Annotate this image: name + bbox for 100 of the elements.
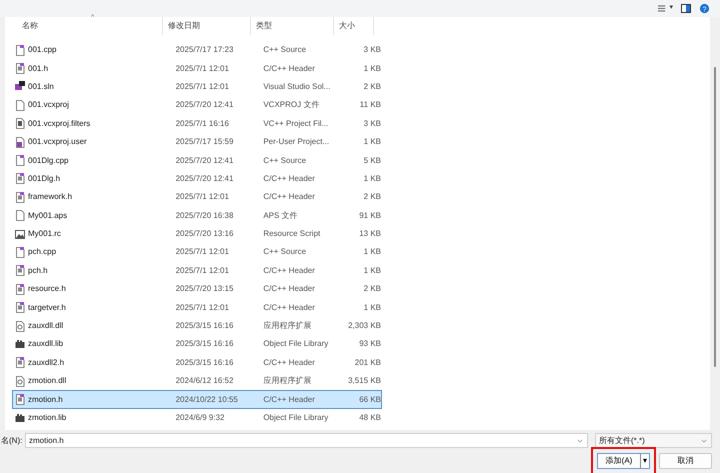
file-icon (15, 228, 25, 240)
file-size: 91 KB (358, 210, 381, 222)
file-type: C++ Source (263, 246, 308, 258)
file-row[interactable]: framework.h 2025/7/1 12:01 C/C++ Header 2 KB (12, 188, 382, 207)
file-date: 2025/7/1 16:16 (176, 118, 230, 130)
file-row[interactable]: 001.vcxproj.filters 2025/7/1 16:16 VC++ Project Fil... 3 KB (12, 114, 382, 133)
file-name: 001.cpp (28, 44, 56, 56)
file-name-label: 名(N): (1, 434, 24, 446)
file-row[interactable]: 001.vcxproj 2025/7/20 12:41 VCXPROJ 文件 11 KB (12, 96, 382, 115)
file-size: 201 KB (354, 356, 381, 369)
file-name: zauxdll2.h (28, 356, 64, 369)
file-size: 1 KB (362, 62, 381, 75)
cancel-button[interactable]: 取消 (659, 453, 712, 469)
column-header[interactable]: 类型 (251, 17, 334, 35)
column-header[interactable]: 大小 (334, 17, 374, 35)
file-row[interactable]: 001Dlg.h 2025/7/20 12:41 C/C++ Header 1 KB (12, 170, 382, 188)
file-type: C/C++ Header (263, 62, 316, 75)
file-name: My001.rc (28, 228, 61, 240)
file-size: 13 KB (358, 228, 381, 240)
file-row[interactable]: 001.vcxproj.user 2025/7/17 15:59 Per-User Project... 1 KB (12, 132, 382, 152)
file-row[interactable]: zmotion.lib 2024/6/9 9:32 Object File Library 48 KB (12, 408, 382, 428)
file-date: 2025/7/20 16:38 (176, 210, 234, 222)
scrollbar-thumb[interactable] (714, 67, 716, 367)
file-icon (15, 394, 25, 406)
file-row[interactable]: pch.cpp 2025/7/1 12:01 C++ Source 1 KB (12, 243, 382, 262)
file-date: 2024/6/9 9:32 (176, 412, 226, 424)
file-row[interactable]: zauxdll.dll 2025/3/15 16:16 应用程序扩展 2,303 KB (12, 316, 382, 336)
file-type: 应用程序扩展 (263, 375, 312, 388)
file-name: zauxdll.dll (28, 320, 64, 332)
file-row[interactable]: zmotion.h 2024/10/22 10:55 C/C++ Header 66 KB (12, 390, 382, 409)
file-type: C++ Source (263, 44, 308, 56)
file-type: 应用程序扩展 (263, 320, 312, 332)
file-name: 001.vcxproj.filters (28, 118, 90, 130)
file-date: 2024/10/22 10:55 (176, 394, 239, 406)
file-type: Resource Script (263, 228, 322, 240)
file-size: 3 KB (362, 118, 381, 130)
file-name: zmotion.dll (28, 375, 66, 388)
file-name: 001Dlg.h (28, 172, 60, 185)
file-date: 2025/7/1 12:01 (176, 80, 230, 93)
file-date: 2025/7/20 12:41 (176, 172, 234, 185)
file-icon (15, 412, 25, 424)
list-view-icon (658, 3, 668, 14)
file-date: 2025/7/17 15:59 (176, 136, 234, 148)
file-date: 2025/7/1 12:01 (176, 246, 230, 258)
file-type: Visual Studio Sol... (263, 80, 332, 93)
file-name: 001.h (28, 62, 48, 75)
file-name: 001.sln (28, 80, 54, 93)
file-type: Per-User Project... (263, 136, 330, 148)
file-icon (15, 173, 25, 184)
file-size: 5 KB (362, 154, 381, 167)
file-date: 2025/3/15 16:16 (176, 338, 234, 350)
file-type: C/C++ Header (263, 356, 316, 369)
file-icon (15, 265, 25, 276)
file-size: 48 KB (358, 412, 381, 424)
file-name: 001.vcxproj (28, 99, 69, 112)
file-date: 2025/7/20 13:16 (176, 228, 234, 240)
file-date: 2025/3/15 16:16 (176, 320, 234, 332)
file-row[interactable]: 001.h 2025/7/1 12:01 C/C++ Header 1 KB (12, 59, 382, 78)
file-name: My001.aps (28, 210, 68, 222)
file-size: 2 KB (362, 80, 381, 93)
file-icon (15, 81, 25, 92)
preview-pane-icon[interactable] (681, 3, 691, 14)
file-type: VC++ Project Fil... (263, 118, 330, 130)
file-row[interactable]: 001.sln 2025/7/1 12:01 Visual Studio Sol... 2 KB (12, 78, 382, 96)
file-icon (15, 302, 25, 314)
file-name: 001.vcxproj.user (28, 136, 87, 148)
file-row[interactable]: targetver.h 2025/7/1 12:01 C/C++ Header 1 KB (12, 298, 382, 317)
column-header[interactable]: 修改日期 (163, 17, 251, 35)
file-date: 2025/7/1 12:01 (176, 264, 230, 277)
file-icon (15, 192, 25, 203)
file-size: 1 KB (362, 172, 381, 185)
file-icon (15, 210, 25, 222)
file-row[interactable]: pch.h 2025/7/1 12:01 C/C++ Header 1 KB (12, 262, 382, 280)
file-type: VCXPROJ 文件 (263, 99, 320, 112)
file-size: 93 KB (358, 338, 381, 350)
file-type-dropdown[interactable]: 所有文件(*.*) (595, 433, 712, 448)
file-type: C/C++ Header (263, 394, 316, 406)
file-row[interactable]: 001.cpp 2025/7/17 17:23 C++ Source 3 KB (12, 41, 382, 60)
file-name: zmotion.lib (28, 412, 66, 424)
file-row[interactable]: zauxdll2.h 2025/3/15 16:16 C/C++ Header 201 KB (12, 354, 382, 372)
file-row[interactable]: resource.h 2025/7/20 13:15 C/C++ Header 2 KB (12, 280, 382, 298)
file-name: pch.cpp (28, 246, 56, 258)
file-name: pch.h (28, 264, 48, 277)
file-row[interactable]: My001.aps 2025/7/20 16:38 APS 文件 91 KB (12, 206, 382, 225)
file-size: 66 KB (358, 394, 381, 406)
file-row[interactable]: zauxdll.lib 2025/3/15 16:16 Object File Library 93 KB (12, 335, 382, 354)
file-name-field[interactable]: zmotion.h (25, 433, 588, 448)
file-row[interactable]: zmotion.dll 2024/6/12 16:52 应用程序扩展 3,515 KB (12, 372, 382, 390)
file-icon (15, 376, 25, 387)
file-icon (15, 118, 25, 130)
file-size: 1 KB (362, 136, 381, 148)
file-icon (15, 44, 25, 56)
file-icon (15, 100, 25, 111)
file-date: 2025/7/1 12:01 (176, 62, 230, 75)
file-row[interactable]: My001.rc 2025/7/20 13:16 Resource Script 13 KB (12, 224, 382, 244)
file-type: Object File Library (263, 338, 330, 350)
file-name: framework.h (28, 191, 72, 204)
file-size: 1 KB (362, 302, 381, 314)
file-icon (15, 246, 25, 258)
file-row[interactable]: 001Dlg.cpp 2025/7/20 12:41 C++ Source 5 KB (12, 151, 382, 170)
